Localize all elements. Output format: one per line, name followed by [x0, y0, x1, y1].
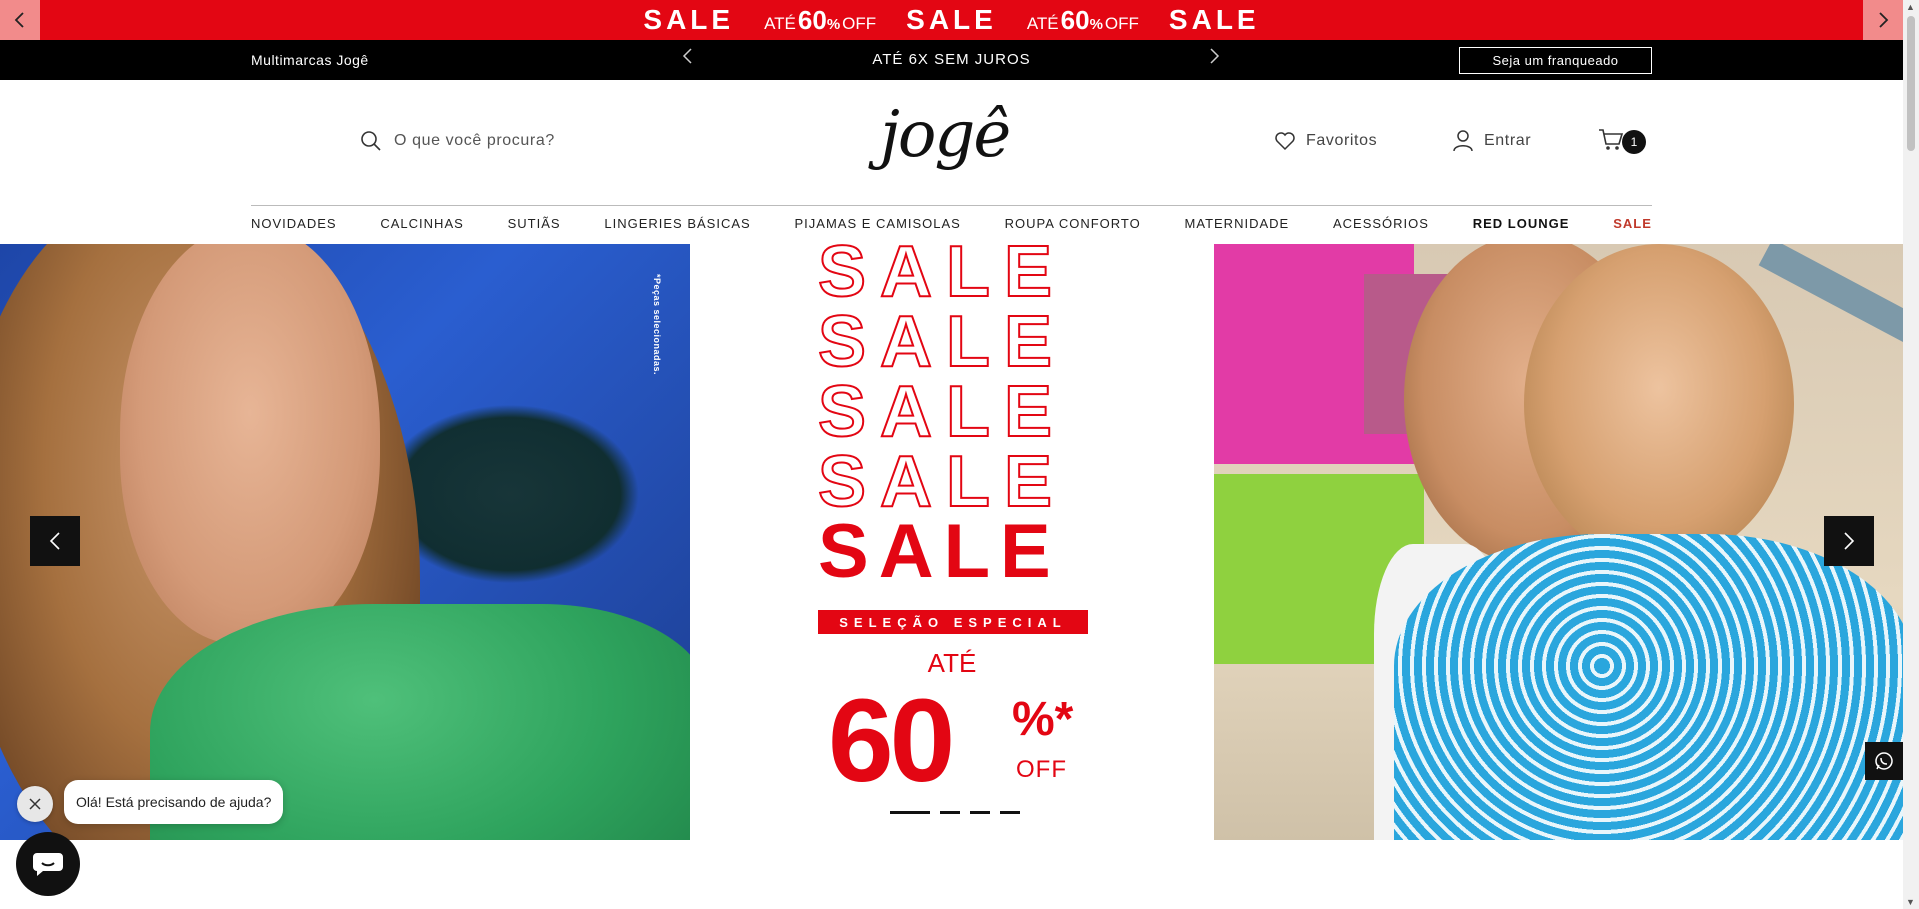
slide-dot[interactable] [940, 811, 960, 814]
info-prev-button[interactable] [680, 46, 694, 72]
slide-dot[interactable] [1000, 811, 1020, 814]
scroll-down-arrow-icon[interactable]: ▼ [1906, 897, 1915, 907]
info-next-button[interactable] [1208, 46, 1222, 72]
hero-photo-green-dress: *Peças selecionadas. [0, 244, 690, 840]
heart-icon [1275, 132, 1295, 151]
slide-dot-active[interactable] [890, 811, 930, 814]
logo-text: jogê [880, 98, 1011, 172]
up-to-label: ATÉ [927, 648, 977, 678]
nav-item-acessorios[interactable]: ACESSÓRIOS [1333, 216, 1429, 231]
off-label: OFF [1016, 756, 1067, 783]
search-icon [361, 131, 381, 151]
login-button[interactable]: Entrar [1452, 129, 1531, 153]
nav-item-calcinhas[interactable]: CALCINHAS [380, 216, 463, 231]
nav-item-red-lounge[interactable]: RED LOUNGE [1473, 216, 1570, 231]
nav-item-sutias[interactable]: SUTIÃS [508, 216, 561, 231]
sale-outline-text: SALE [817, 372, 1067, 452]
whatsapp-button[interactable] [1865, 742, 1903, 780]
promo-prev-button[interactable] [0, 0, 40, 40]
chat-close-button[interactable] [17, 786, 53, 822]
nav-item-maternidade[interactable]: MATERNIDADE [1185, 216, 1290, 231]
model-face-shape [120, 244, 380, 644]
close-icon [29, 798, 41, 810]
chevron-right-icon [1879, 12, 1889, 28]
chat-icon [33, 853, 63, 876]
nav-item-roupa-conforto[interactable]: ROUPA CONFORTO [1005, 216, 1141, 231]
page: SALE ATÉ 60% OFF SALE ATÉ 60% OFF SALE Multi… [0, 0, 1919, 909]
hero-photo-blue-blouse [1214, 244, 1903, 840]
discount-value: 60 [828, 675, 955, 807]
login-label: Entrar [1484, 132, 1532, 149]
favorites-label: Favoritos [1306, 132, 1378, 149]
nav-item-novidades[interactable]: NOVIDADES [251, 216, 337, 231]
search-field[interactable]: O que você procura? [360, 130, 555, 152]
hero-banner[interactable]: *Peças selecionadas. SALE SALE SALE SALE… [0, 244, 1903, 840]
sale-outline-text: SALE [817, 442, 1067, 522]
discount-symbol: %* [1012, 693, 1074, 746]
hero-sale-panel: SALE SALE SALE SALE SALE SELEÇÃO ESPECIA… [690, 244, 1214, 840]
info-bar: Multimarcas Jogê ATÉ 6X SEM JUROS Seja u… [0, 40, 1903, 80]
promo-sale-text: SALE [643, 4, 735, 35]
user-icon [1453, 130, 1473, 152]
sale-solid-text: SALE [818, 509, 1061, 594]
chat-greeting-bubble[interactable]: Olá! Está precisando de ajuda? [64, 780, 284, 824]
promo-track: SALE ATÉ 60% OFF SALE ATÉ 60% OFF SALE [643, 4, 1259, 36]
chevron-left-icon [49, 532, 60, 550]
chat-open-button[interactable] [16, 832, 80, 896]
chevron-right-icon [1210, 48, 1220, 64]
promo-discount: ATÉ 60% OFF [1026, 4, 1139, 35]
page-scrollbar[interactable]: ▲ ▼ [1903, 0, 1919, 909]
blue-blouse-shape [1394, 534, 1903, 840]
chevron-left-icon [14, 12, 24, 28]
nav-item-lingeries-basicas[interactable]: LINGERIES BÁSICAS [604, 216, 750, 231]
nav-item-pijamas-e-camisolas[interactable]: PIJAMAS E CAMISOLAS [794, 216, 960, 231]
model-two-shape [1524, 244, 1794, 564]
header-divider [251, 205, 1652, 206]
hero-next-button[interactable] [1824, 516, 1874, 566]
promo-bar: SALE ATÉ 60% OFF SALE ATÉ 60% OFF SALE [0, 0, 1903, 40]
favorites-button[interactable]: Favoritos [1274, 131, 1377, 151]
search-placeholder: O que você procura? [394, 132, 555, 149]
selected-items-note: *Peças selecionadas. [652, 274, 662, 376]
scrollbar-thumb[interactable] [1907, 16, 1915, 151]
main-nav: NOVIDADES CALCINHAS SUTIÃS LINGERIES BÁS… [251, 216, 1652, 231]
whatsapp-icon [1875, 752, 1893, 770]
scroll-up-arrow-icon[interactable]: ▲ [1906, 2, 1915, 12]
promo-sale-text: SALE [1168, 4, 1260, 35]
franchise-button[interactable]: Seja um franqueado [1459, 47, 1652, 74]
chevron-right-icon [1844, 532, 1855, 550]
slide-indicators [890, 811, 1020, 814]
chevron-left-icon [682, 48, 692, 64]
cart-icon [1599, 129, 1624, 150]
nav-item-sale[interactable]: SALE [1613, 216, 1652, 231]
cart-count-badge: 1 [1622, 130, 1646, 154]
slide-dot[interactable] [970, 811, 990, 814]
sale-outline-text: SALE [817, 244, 1067, 312]
promo-discount: ATÉ 60% OFF [764, 4, 877, 35]
cart-button[interactable]: 1 [1598, 128, 1646, 157]
promo-next-button[interactable] [1863, 0, 1903, 40]
promo-sale-text: SALE [906, 4, 997, 35]
special-selection-label: SELEÇÃO ESPECIAL [818, 610, 1088, 634]
hero-prev-button[interactable] [30, 516, 80, 566]
sale-outline-text: SALE [817, 302, 1067, 382]
logo[interactable]: jogê [870, 98, 1030, 188]
